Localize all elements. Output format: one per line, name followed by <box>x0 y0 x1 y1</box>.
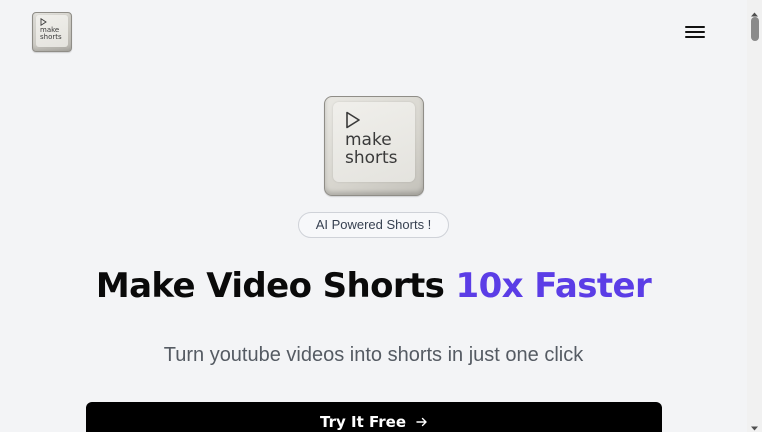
play-icon <box>346 111 360 129</box>
scroll-down-arrow-icon[interactable] <box>750 418 759 431</box>
headline-main: Make Video Shorts <box>95 266 456 306</box>
nav-logo[interactable]: make shorts <box>32 12 72 52</box>
hero-logo-face: make shorts <box>333 102 415 182</box>
nav-logo-face: make shorts <box>36 15 68 47</box>
vertical-scrollbar[interactable] <box>747 0 762 432</box>
menu-bar <box>685 36 705 38</box>
menu-bar <box>685 26 705 28</box>
menu-bar <box>685 31 705 33</box>
page-title: Make Video Shorts 10x Faster <box>0 266 747 306</box>
nav-logo-line2: shorts <box>40 33 62 42</box>
cta-label: Try It Free <box>320 413 406 431</box>
play-icon <box>40 18 47 26</box>
ai-powered-badge: AI Powered Shorts ! <box>298 212 449 238</box>
arrow-right-icon <box>416 413 428 432</box>
subheadline: Turn youtube videos into shorts in just … <box>163 344 584 366</box>
hero-logo-line2: shorts <box>345 147 398 168</box>
hero-logo: make shorts <box>324 96 424 196</box>
headline-accent: 10x Faster <box>455 266 652 306</box>
page: make shorts make shorts AI Powered Short… <box>0 0 747 432</box>
scrollbar-thumb[interactable] <box>751 17 759 41</box>
scroll-up-arrow-icon[interactable] <box>750 4 759 17</box>
hamburger-menu-icon[interactable] <box>684 24 706 40</box>
try-it-free-button[interactable]: Try It Free <box>86 402 662 432</box>
